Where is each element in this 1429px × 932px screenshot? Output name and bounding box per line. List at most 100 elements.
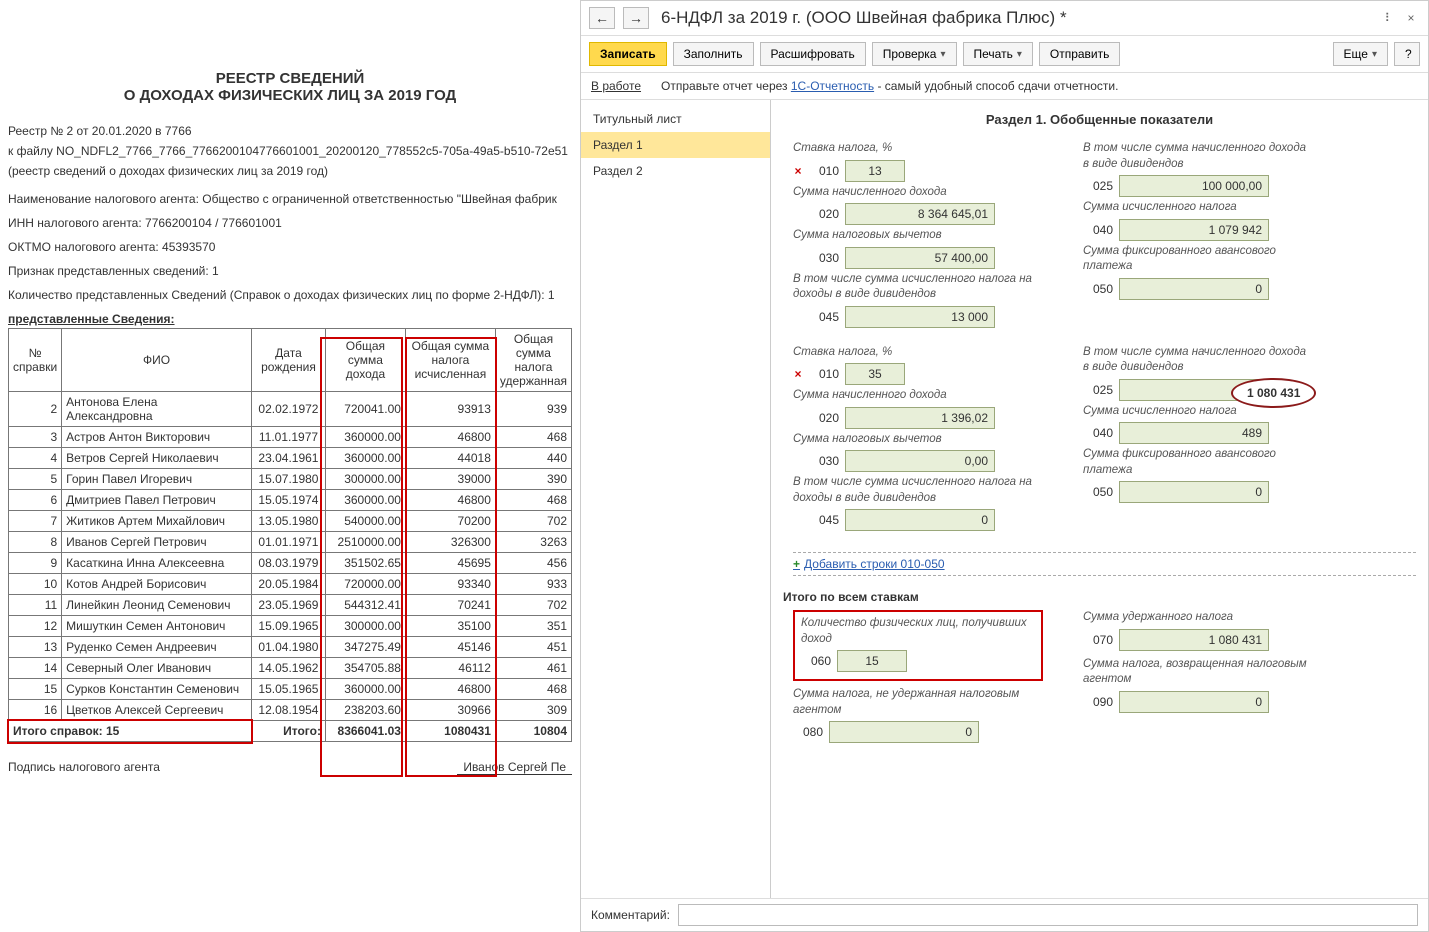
highlight-060: Количество физических лиц, получивших до… [793, 610, 1043, 681]
th-dob: Дата рождения [251, 329, 325, 392]
table-row: 14Северный Олег Иванович14.05.1962354705… [9, 658, 572, 679]
reg-line4: Наименование налогового агента: Общество… [8, 190, 572, 208]
more-button[interactable]: Еще [1333, 42, 1388, 66]
remove-block-2[interactable]: × [793, 367, 803, 381]
lbl-rate-2: Ставка налога, % [793, 345, 1043, 361]
table-row: 4Ветров Сергей Николаевич23.04.196136000… [9, 448, 572, 469]
th-tax: Общая сумма налога исчисленная [405, 329, 495, 392]
table-row: 15Сурков Константин Семенович15.05.19653… [9, 679, 572, 700]
fld-070[interactable]: 1 080 431 [1119, 629, 1269, 651]
reg-line1: Реестр № 2 от 20.01.2020 в 7766 [8, 122, 572, 140]
lbl-hold: Сумма удержанного налога [1083, 610, 1313, 626]
lbl-div-2: В том числе сумма начисленного дохода в … [1083, 345, 1313, 376]
reg-line5: ИНН налогового агента: 7766200104 / 7766… [8, 214, 572, 232]
send-button[interactable]: Отправить [1039, 42, 1121, 66]
lbl-divtax-2: В том числе сумма исчисленного налога на… [793, 475, 1043, 506]
totals-header: Итого по всем ставкам [783, 590, 1416, 604]
registry-table: № справки ФИО Дата рождения Общая сумма … [8, 328, 572, 742]
nav-item-section1[interactable]: Раздел 1 [581, 132, 770, 158]
lbl-divtax-1: В том числе сумма исчисленного налога на… [793, 272, 1043, 303]
section-title: Раздел 1. Обобщенные показатели [783, 112, 1416, 127]
add-rows-link[interactable]: +Добавить строки 010-050 [793, 552, 1416, 576]
fld-025-1[interactable]: 100 000,00 [1119, 175, 1269, 197]
remove-block-1[interactable]: × [793, 164, 803, 178]
lbl-income-2: Сумма начисленного дохода [793, 388, 1043, 404]
table-row: 11Линейкин Леонид Семенович23.05.1969544… [9, 595, 572, 616]
fld-020-2[interactable]: 1 396,02 [845, 407, 995, 429]
hint-text: Отправьте отчет через 1С-Отчетность - са… [661, 79, 1118, 93]
fld-030-1[interactable]: 57 400,00 [845, 247, 995, 269]
reg-section: представленные Сведения: [8, 312, 572, 326]
forward-button[interactable]: → [623, 7, 649, 29]
table-row: 10Котов Андрей Борисович20.05.1984720000… [9, 574, 572, 595]
fld-045-2[interactable]: 0 [845, 509, 995, 531]
registry-document: РЕЕСТР СВЕДЕНИЙ О ДОХОДАХ ФИЗИЧЕСКИХ ЛИЦ… [0, 0, 580, 932]
fld-030-2[interactable]: 0,00 [845, 450, 995, 472]
check-button[interactable]: Проверка [872, 42, 957, 66]
form-area[interactable]: Раздел 1. Обобщенные показатели 8 366 04… [771, 100, 1428, 898]
section-nav: Титульный лист Раздел 1 Раздел 2 [581, 100, 771, 898]
lbl-nothold: Сумма налога, не удержанная налоговым аг… [793, 687, 1043, 718]
th-income: Общая сумма дохода [325, 329, 405, 392]
fld-045-1[interactable]: 13 000 [845, 306, 995, 328]
table-row: 2Антонова Елена Александровна02.02.19727… [9, 392, 572, 427]
fld-010-2[interactable]: 35 [845, 363, 905, 385]
fld-080[interactable]: 0 [829, 721, 979, 743]
lbl-count: Количество физических лиц, получивших до… [801, 616, 1035, 647]
table-row: 16Цветков Алексей Сергеевич12.08.1954238… [9, 700, 572, 721]
lbl-income-1: Сумма начисленного дохода [793, 185, 1043, 201]
total-tax: 1080431 [405, 721, 495, 742]
total-word: Итого: [251, 721, 325, 742]
lbl-fix-2: Сумма фиксированного авансового платежа [1083, 447, 1313, 478]
table-row: 6Дмитриев Павел Петрович15.05.1974360000… [9, 490, 572, 511]
table-row: 3Астров Антон Викторович11.01.1977360000… [9, 427, 572, 448]
th-fio: ФИО [62, 329, 252, 392]
reg-line7: Признак представленных сведений: 1 [8, 262, 572, 280]
fld-050-1[interactable]: 0 [1119, 278, 1269, 300]
reg-line3: (реестр сведений о доходах физических ли… [8, 162, 572, 180]
lbl-rate-1: Ставка налога, % [793, 141, 1043, 157]
reg-line8: Количество представленных Сведений (Спра… [8, 286, 572, 304]
reporting-link[interactable]: 1С-Отчетность [791, 79, 874, 93]
fld-040-1[interactable]: 1 079 942 [1119, 219, 1269, 241]
th-num: № справки [9, 329, 62, 392]
th-hold: Общая сумма налога удержанная [495, 329, 571, 392]
fld-050-2[interactable]: 0 [1119, 481, 1269, 503]
lbl-fix-1: Сумма фиксированного авансового платежа [1083, 244, 1313, 275]
fld-040-2[interactable]: 489 [1119, 422, 1269, 444]
fill-button[interactable]: Заполнить [673, 42, 754, 66]
save-button[interactable]: Записать [589, 42, 667, 66]
registry-title-2: О ДОХОДАХ ФИЗИЧЕСКИХ ЛИЦ ЗА 2019 ГОД [8, 87, 572, 104]
help-button[interactable]: ? [1394, 42, 1420, 66]
close-icon[interactable]: × [1402, 11, 1420, 25]
annotation-oval-right: 1 080 431 [1231, 378, 1316, 408]
fld-020-1[interactable]: 8 364 645,01 [845, 203, 995, 225]
registry-title-1: РЕЕСТР СВЕДЕНИЙ [8, 70, 572, 87]
lbl-div-1: В том числе сумма начисленного дохода в … [1083, 141, 1313, 172]
fld-010-1[interactable]: 13 [845, 160, 905, 182]
fld-060[interactable]: 15 [837, 650, 907, 672]
total-label: Итого справок: 15 [9, 721, 252, 742]
reg-line2: к файлу NO_NDFL2_7766_7766_7766200104776… [8, 142, 572, 160]
window-title: 6-НДФЛ за 2019 г. (ООО Швейная фабрика П… [661, 8, 1067, 28]
total-income: 8366041.03 [325, 721, 405, 742]
nav-item-title[interactable]: Титульный лист [581, 106, 770, 132]
pin-icon[interactable]: ⠇ [1380, 11, 1398, 25]
comment-input[interactable] [678, 904, 1418, 926]
table-row: 12Мишуткин Семен Антонович15.09.19653000… [9, 616, 572, 637]
status-link[interactable]: В работе [591, 79, 641, 93]
sig-label: Подпись налогового агента [8, 760, 160, 775]
lbl-ded-2: Сумма налоговых вычетов [793, 432, 1043, 448]
sig-name: Иванов Сергей Пе [457, 760, 572, 775]
lbl-ded-1: Сумма налоговых вычетов [793, 228, 1043, 244]
reg-line6: ОКТМО налогового агента: 45393570 [8, 238, 572, 256]
back-button[interactable]: ← [589, 7, 615, 29]
nav-item-section2[interactable]: Раздел 2 [581, 158, 770, 184]
print-button[interactable]: Печать [963, 42, 1033, 66]
decode-button[interactable]: Расшифровать [760, 42, 866, 66]
table-row: 5Горин Павел Игоревич15.07.1980300000.00… [9, 469, 572, 490]
total-hold: 10804 [495, 721, 571, 742]
table-row: 8Иванов Сергей Петрович01.01.19712510000… [9, 532, 572, 553]
table-row: 13Руденко Семен Андреевич01.04.198034727… [9, 637, 572, 658]
fld-090[interactable]: 0 [1119, 691, 1269, 713]
